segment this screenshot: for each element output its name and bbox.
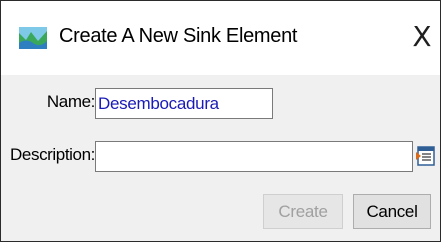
create-sink-dialog: Create A New Sink Element X Name: Descri… [0, 0, 441, 242]
description-label: Description: [10, 145, 95, 164]
close-button[interactable]: X [407, 19, 437, 55]
sink-element-icon [19, 27, 47, 49]
cancel-button[interactable]: Cancel [353, 194, 431, 229]
text-editor-icon[interactable] [416, 142, 436, 170]
title-bar: Create A New Sink Element X [1, 1, 440, 75]
create-button[interactable]: Create [263, 194, 343, 229]
name-label: Name: [46, 92, 95, 111]
window-title: Create A New Sink Element [59, 25, 298, 47]
description-field[interactable] [95, 141, 413, 172]
name-field[interactable] [95, 88, 273, 119]
